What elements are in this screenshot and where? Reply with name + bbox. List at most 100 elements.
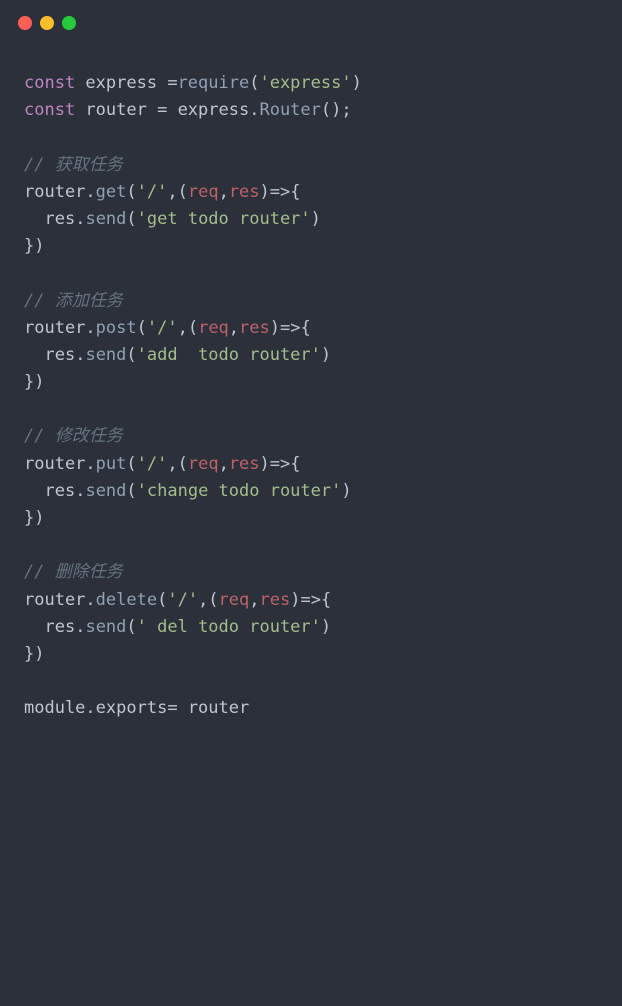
punct: })	[24, 508, 44, 528]
punct: )	[311, 209, 321, 229]
punct: .	[75, 617, 85, 637]
punct: =	[167, 698, 187, 718]
indent	[24, 209, 44, 229]
maximize-icon	[62, 16, 76, 30]
punct: .	[75, 209, 85, 229]
punct: )	[321, 617, 331, 637]
string: 'express'	[259, 73, 351, 93]
punct: ();	[321, 100, 352, 120]
code-line: })	[24, 641, 598, 668]
function-call: Router	[259, 100, 320, 120]
code-line: res.send('get todo router')	[24, 206, 598, 233]
indent	[24, 481, 44, 501]
punct: })	[24, 644, 44, 664]
punct: .	[85, 318, 95, 338]
param: res	[260, 590, 291, 610]
code-line: module.exports= router	[24, 695, 598, 722]
punct: )	[341, 481, 351, 501]
punct: .	[85, 590, 95, 610]
identifier: res	[44, 481, 75, 501]
param: req	[219, 590, 250, 610]
blank-line	[24, 532, 598, 559]
identifier: router	[24, 182, 85, 202]
punct: .	[75, 481, 85, 501]
identifier: router	[24, 318, 85, 338]
param: res	[239, 318, 270, 338]
blank-line	[24, 396, 598, 423]
function-call: get	[96, 182, 127, 202]
string: '/'	[167, 590, 198, 610]
punct: (	[126, 345, 136, 365]
punct: )=>{	[260, 182, 301, 202]
code-line: res.send('add todo router')	[24, 342, 598, 369]
punct: ,(	[178, 318, 198, 338]
identifier: router	[188, 698, 249, 718]
param: res	[229, 454, 260, 474]
identifier: res	[44, 617, 75, 637]
punct: (	[126, 617, 136, 637]
string: '/'	[147, 318, 178, 338]
identifier: module	[24, 698, 85, 718]
identifier: router	[75, 100, 157, 120]
function-call: delete	[96, 590, 157, 610]
indent	[24, 345, 44, 365]
punct: (	[126, 182, 136, 202]
keyword: const	[24, 100, 75, 120]
code-line: router.post('/',(req,res)=>{	[24, 315, 598, 342]
code-line: res.send(' del todo router')	[24, 614, 598, 641]
function-call: send	[85, 617, 126, 637]
blank-line	[24, 124, 598, 151]
punct: =	[157, 100, 177, 120]
function-call: put	[96, 454, 127, 474]
punct: (	[137, 318, 147, 338]
punct: .	[75, 345, 85, 365]
punct: .	[85, 182, 95, 202]
blank-line	[24, 668, 598, 695]
identifier: exports	[96, 698, 168, 718]
code-line: // 添加任务	[24, 288, 598, 315]
code-line: })	[24, 505, 598, 532]
identifier: express	[178, 100, 250, 120]
keyword: const	[24, 73, 75, 93]
string: '/'	[137, 454, 168, 474]
punct: (	[126, 209, 136, 229]
function-call: post	[96, 318, 137, 338]
identifier: express	[75, 73, 167, 93]
code-line: const router = express.Router();	[24, 97, 598, 124]
punct: )=>{	[270, 318, 311, 338]
comment: // 修改任务	[24, 426, 123, 446]
indent	[24, 617, 44, 637]
identifier: router	[24, 454, 85, 474]
punct: ,(	[198, 590, 218, 610]
code-line: router.delete('/',(req,res)=>{	[24, 587, 598, 614]
identifier: router	[24, 590, 85, 610]
punct: ,	[219, 454, 229, 474]
param: req	[198, 318, 229, 338]
comment: // 添加任务	[24, 291, 123, 311]
punct: ,	[249, 590, 259, 610]
punct: (	[249, 73, 259, 93]
blank-line	[24, 260, 598, 287]
punct: .	[85, 698, 95, 718]
code-line: // 删除任务	[24, 559, 598, 586]
code-line: })	[24, 369, 598, 396]
string: ' del todo router'	[137, 617, 321, 637]
punct: ,	[219, 182, 229, 202]
identifier: res	[44, 345, 75, 365]
punct: )	[321, 345, 331, 365]
code-line: res.send('change todo router')	[24, 478, 598, 505]
param: res	[229, 182, 260, 202]
identifier: res	[44, 209, 75, 229]
punct: (	[157, 590, 167, 610]
punct: .	[85, 454, 95, 474]
string: 'get todo router'	[137, 209, 311, 229]
punct: (	[126, 481, 136, 501]
function-call: send	[85, 345, 126, 365]
punct: ,(	[167, 454, 187, 474]
punct: .	[249, 100, 259, 120]
window-controls	[0, 0, 622, 40]
punct: )	[352, 73, 362, 93]
punct: })	[24, 236, 44, 256]
string: '/'	[137, 182, 168, 202]
code-block: const express =require('express') const …	[0, 40, 622, 743]
